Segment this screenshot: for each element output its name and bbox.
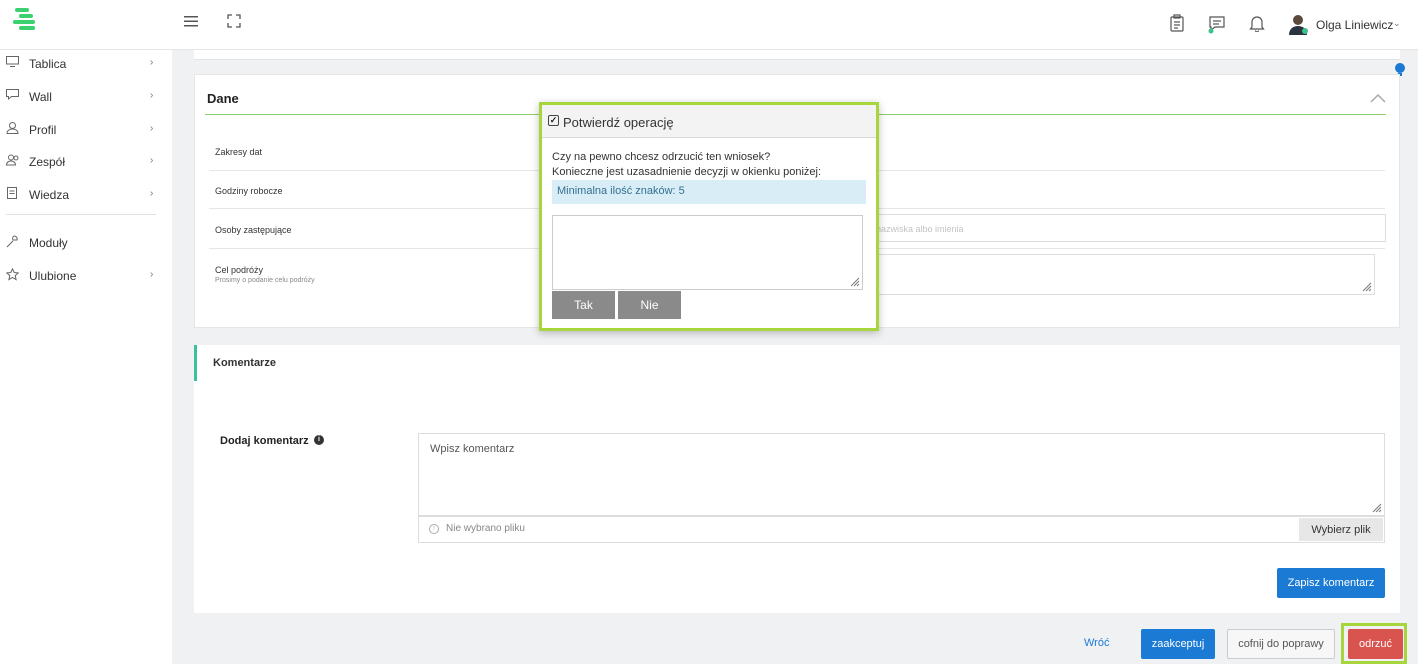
- user-icon: [6, 122, 22, 137]
- comment-textarea[interactable]: Wpisz komentarz: [418, 433, 1385, 516]
- dialog-title: Potwierdź operację: [563, 115, 674, 130]
- app-logo[interactable]: [13, 8, 37, 34]
- comment-placeholder: Wpisz komentarz: [430, 443, 515, 455]
- komentarze-panel: Komentarze Dodaj komentarz i Wpisz komen…: [194, 345, 1400, 613]
- top-bar: Olga Liniewicz ⌄: [0, 0, 1418, 50]
- substitute-placeholder: nazwiska albo imienia: [876, 224, 964, 234]
- row-label-godziny: Godziny robocze: [215, 186, 283, 196]
- row-label-zakresy: Zakresy dat: [215, 147, 263, 157]
- user-name[interactable]: Olga Liniewicz: [1316, 18, 1393, 32]
- sidebar-item-label: Ulubione: [29, 269, 77, 283]
- komentarze-title: Komentarze: [213, 357, 276, 369]
- sidebar-item-label: Wall: [29, 90, 52, 104]
- dialog-header: ✓ Potwierdź operację: [542, 105, 876, 138]
- menu-icon[interactable]: [181, 14, 201, 34]
- monitor-icon: [6, 56, 22, 70]
- confirm-no-button[interactable]: Nie: [618, 291, 681, 319]
- sidebar: Tablica › Wall › Profil › Zespół › Wiedz…: [0, 50, 172, 664]
- checkbox-icon: ✓: [548, 115, 559, 126]
- fullscreen-icon[interactable]: [224, 14, 244, 34]
- choose-file-button[interactable]: Wybierz plik: [1299, 518, 1383, 541]
- info-icon[interactable]: i: [314, 435, 324, 445]
- sidebar-item-label: Tablica: [29, 57, 67, 71]
- travel-purpose-textarea[interactable]: [871, 254, 1375, 295]
- sidebar-item-label: Wiedza: [29, 188, 70, 202]
- top-strip: [194, 50, 1400, 60]
- reject-button[interactable]: odrzuć: [1348, 629, 1403, 659]
- substitute-search-input[interactable]: nazwiska albo imienia: [871, 214, 1386, 242]
- save-comment-button[interactable]: Zapisz komentarz: [1277, 568, 1385, 598]
- sidebar-item-tablica[interactable]: Tablica ›: [6, 54, 162, 76]
- sidebar-item-moduly[interactable]: Moduły: [6, 233, 162, 255]
- row-hint-cel: Prosimy o podanie celu podróży: [215, 277, 315, 284]
- chevron-right-icon: ›: [150, 188, 154, 199]
- bell-icon[interactable]: [1247, 14, 1267, 34]
- row-label-cel: Cel podróży: [215, 265, 264, 275]
- add-comment-label: Dodaj komentarz: [220, 435, 309, 447]
- clipboard-icon[interactable]: [1167, 14, 1187, 34]
- book-icon: [6, 187, 22, 202]
- chevron-right-icon: ›: [150, 57, 154, 68]
- dane-title: Dane: [207, 91, 239, 106]
- accent-bar: [194, 345, 197, 381]
- chevron-up-icon[interactable]: [1370, 87, 1386, 108]
- star-icon: [5, 267, 22, 284]
- chat-icon: [6, 89, 22, 103]
- min-chars-alert: Minimalna ilość znaków: 5: [552, 180, 866, 204]
- sidebar-item-label: Moduły: [29, 236, 68, 250]
- file-status: Nie wybrano pliku: [446, 523, 525, 534]
- chevron-right-icon: ›: [150, 269, 154, 280]
- sidebar-item-wiedza[interactable]: Wiedza ›: [6, 185, 162, 207]
- chevron-right-icon: ›: [150, 123, 154, 134]
- dialog-question: Czy na pewno chcesz odrzucić ten wniosek…: [552, 151, 771, 163]
- confirm-yes-button[interactable]: Tak: [552, 291, 615, 319]
- chevron-right-icon: ›: [150, 155, 154, 166]
- sidebar-item-zespol[interactable]: Zespół ›: [5, 152, 162, 174]
- back-link[interactable]: Wróć: [1084, 637, 1109, 649]
- sidebar-item-profil[interactable]: Profil ›: [6, 120, 162, 142]
- messages-icon[interactable]: [1207, 14, 1227, 34]
- sidebar-item-wall[interactable]: Wall ›: [6, 87, 162, 109]
- sidebar-item-label: Profil: [29, 123, 57, 137]
- sidebar-divider: [6, 214, 156, 215]
- sidebar-item-label: Zespół: [29, 155, 66, 169]
- avatar[interactable]: [1287, 12, 1309, 36]
- chevron-down-icon[interactable]: ⌄: [1393, 18, 1401, 29]
- dialog-note: Konieczne jest uzasadnienie decyzji w ok…: [552, 166, 822, 178]
- file-upload[interactable]: ↑ Nie wybrano pliku Wybierz plik: [418, 516, 1385, 543]
- upload-icon: ↑: [429, 524, 439, 534]
- reject-highlight: odrzuć: [1341, 623, 1407, 664]
- justification-textarea[interactable]: [552, 215, 863, 290]
- row-label-osoby: Osoby zastępujące: [215, 225, 292, 235]
- chevron-right-icon: ›: [150, 90, 154, 101]
- wrench-icon: [6, 235, 22, 251]
- return-for-correction-button[interactable]: cofnij do poprawy: [1227, 629, 1335, 659]
- accept-button[interactable]: zaakceptuj: [1141, 629, 1215, 659]
- confirm-dialog: ✓ Potwierdź operację Czy na pewno chcesz…: [539, 102, 879, 331]
- team-icon: [5, 154, 22, 169]
- sidebar-item-ulubione[interactable]: Ulubione ›: [5, 266, 162, 288]
